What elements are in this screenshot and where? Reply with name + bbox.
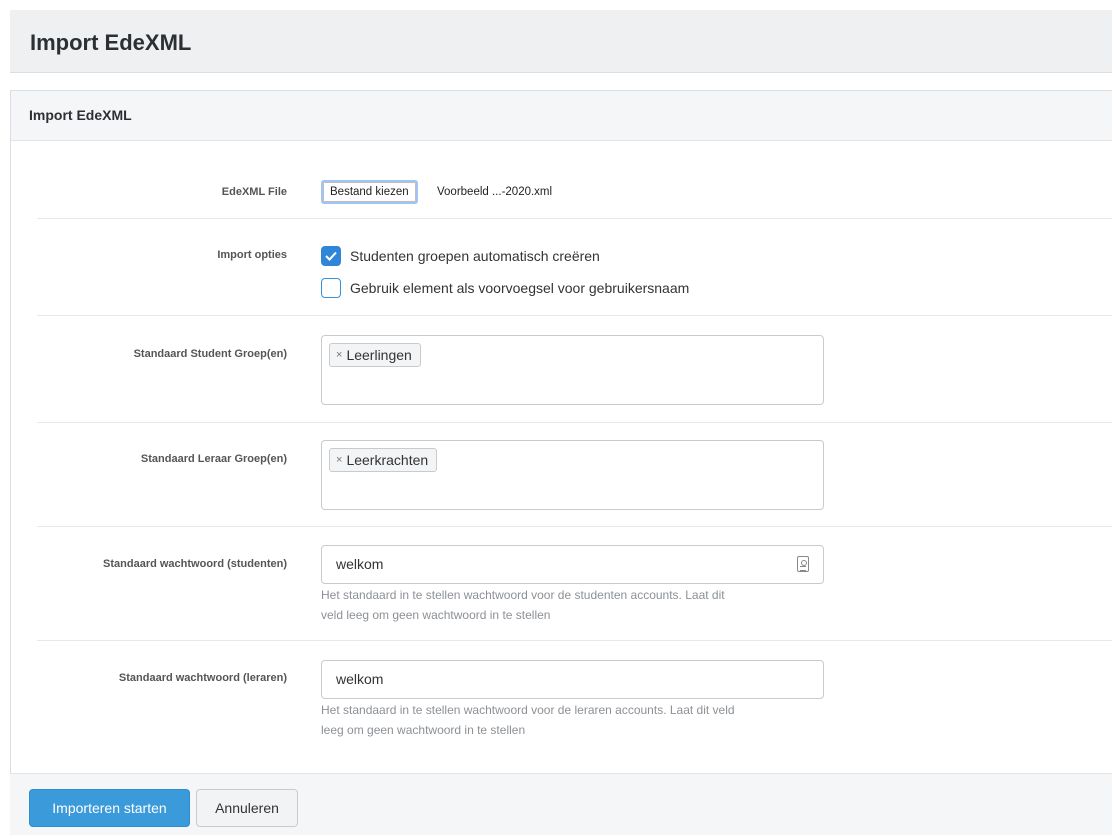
- student-password-label: Standaard wachtwoord (studenten): [103, 558, 287, 570]
- teacher-groups-row: Standaard Leraar Groep(en) × Leerkrachte…: [37, 423, 1112, 527]
- teacher-password-help: Het standaard in te stellen wachtwoord v…: [321, 700, 831, 740]
- page-title: Import EdeXML: [30, 30, 192, 55]
- teacher-password-input[interactable]: welkom: [321, 660, 824, 699]
- tag-leerlingen: × Leerlingen: [329, 343, 421, 367]
- option-auto-create-groups[interactable]: Studenten groepen automatisch creëren: [321, 246, 600, 266]
- help-line: veld leeg om geen wachtwoord in te stell…: [321, 608, 551, 622]
- teacher-password-label: Standaard wachtwoord (leraren): [118, 672, 287, 684]
- tag-label: Leerkrachten: [346, 452, 429, 468]
- option-label: Studenten groepen automatisch creëren: [350, 248, 600, 264]
- help-line: Het standaard in te stellen wachtwoord v…: [321, 588, 725, 602]
- file-name: Voorbeeld ...-2020.xml: [437, 186, 553, 198]
- start-import-button[interactable]: Importeren starten: [29, 789, 190, 827]
- cancel-button[interactable]: Annuleren: [196, 789, 298, 827]
- student-password-input[interactable]: welkom: [321, 545, 824, 584]
- tag-label: Leerlingen: [346, 347, 412, 363]
- form-footer: Importeren starten Annuleren: [10, 773, 1112, 835]
- student-groups-label: Standaard Student Groep(en): [133, 348, 287, 360]
- student-groups-row: Standaard Student Groep(en) × Leerlingen: [37, 316, 1112, 423]
- help-line: leeg om geen wachtwoord in te stellen: [321, 723, 526, 737]
- import-panel: Import EdeXML EdeXML File Bestand kiezen…: [10, 90, 1112, 835]
- file-row: EdeXML File Bestand kiezen Voorbeeld ...…: [37, 141, 1112, 219]
- student-password-row: Standaard wachtwoord (studenten) welkom …: [37, 527, 1112, 641]
- student-password-help: Het standaard in te stellen wachtwoord v…: [321, 585, 831, 625]
- password-manager-icon[interactable]: [797, 556, 809, 572]
- import-options-row: Import opties Studenten groepen automati…: [37, 219, 1112, 316]
- teacher-groups-label: Standaard Leraar Groep(en): [140, 453, 287, 465]
- option-label: Gebruik element als voorvoegsel voor geb…: [350, 280, 690, 296]
- checkbox-unchecked[interactable]: [321, 278, 341, 298]
- remove-tag-icon[interactable]: ×: [336, 454, 342, 466]
- check-icon: [325, 251, 337, 261]
- input-value: welkom: [336, 671, 384, 687]
- remove-tag-icon[interactable]: ×: [336, 349, 342, 361]
- input-value: welkom: [336, 556, 384, 572]
- option-prefix-username[interactable]: Gebruik element als voorvoegsel voor geb…: [321, 278, 689, 298]
- student-groups-select[interactable]: × Leerlingen: [321, 335, 824, 405]
- teacher-groups-select[interactable]: × Leerkrachten: [321, 440, 824, 510]
- tag-leerkrachten: × Leerkrachten: [329, 448, 438, 472]
- page-header: Import EdeXML: [10, 10, 1112, 73]
- checkbox-checked[interactable]: [321, 246, 341, 266]
- help-line: Het standaard in te stellen wachtwoord v…: [321, 703, 735, 717]
- panel-heading: Import EdeXML: [11, 91, 1112, 141]
- teacher-password-row: Standaard wachtwoord (leraren) welkom He…: [37, 641, 1112, 774]
- choose-file-button[interactable]: Bestand kiezen: [321, 180, 418, 204]
- import-options-label: Import opties: [217, 249, 287, 261]
- file-label: EdeXML File: [221, 186, 287, 198]
